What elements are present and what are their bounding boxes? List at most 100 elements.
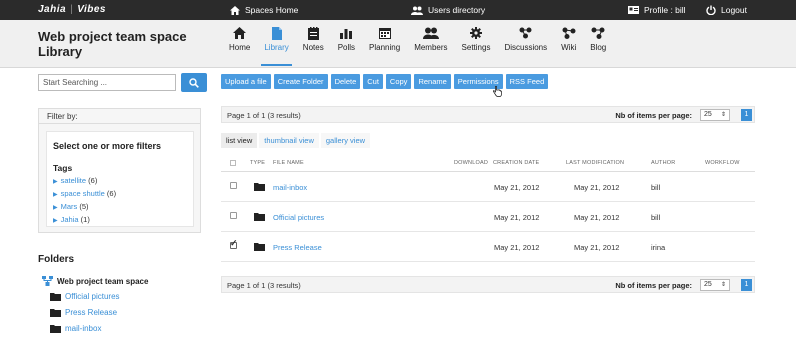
nav-notes-label: Notes <box>302 43 324 52</box>
table-row[interactable]: Official pictures May 21, 2012 May 21, 2… <box>221 202 755 232</box>
column-author[interactable]: AUTHOR <box>651 160 675 166</box>
tab-gallery-view[interactable]: gallery view <box>320 133 371 148</box>
file-name-link[interactable]: mail-inbox <box>273 183 307 192</box>
row-checkbox[interactable] <box>230 182 237 189</box>
tag-name: Mars <box>60 202 78 211</box>
tag-name: satellite <box>60 176 87 185</box>
logout-label: Logout <box>721 5 747 15</box>
search-button[interactable] <box>181 73 207 92</box>
last-modification: May 21, 2012 <box>574 213 620 222</box>
folder-icon <box>254 213 265 221</box>
profile-link[interactable]: Profile : bill <box>628 5 686 15</box>
tab-thumbnail-view[interactable]: thumbnail view <box>259 133 319 148</box>
table-row[interactable]: mail-inbox May 21, 2012 May 21, 2012 bil… <box>221 172 755 202</box>
nav-library[interactable]: Library <box>257 22 295 66</box>
nav-discussions-label: Discussions <box>504 43 548 52</box>
items-per-page-label: Nb of items per page: <box>615 111 692 120</box>
nav-wiki-label: Wiki <box>561 43 577 52</box>
cut-button[interactable]: Cut <box>363 74 383 89</box>
polls-icon <box>340 29 353 39</box>
folder-tree-item[interactable]: mail-inbox <box>50 324 101 333</box>
nav-library-label: Library <box>264 43 289 52</box>
tab-list-view[interactable]: list view <box>221 133 258 148</box>
nav-home[interactable]: Home <box>222 22 257 66</box>
nav-wiki[interactable]: Wiki <box>554 22 583 66</box>
author: irina <box>651 243 666 252</box>
select-arrows-icon: ⇕ <box>720 282 726 288</box>
search-input[interactable]: Start Searching ... <box>38 74 176 91</box>
column-download[interactable]: DOWNLOAD <box>454 160 488 166</box>
rss-feed-button[interactable]: RSS Feed <box>505 74 549 89</box>
tag-item-space-shuttle[interactable]: ▶ space shuttle (6) <box>47 188 193 201</box>
copy-button[interactable]: Copy <box>385 74 412 89</box>
creation-date: May 21, 2012 <box>494 213 540 222</box>
bullet-arrow-icon: ▶ <box>53 205 58 211</box>
nav-planning[interactable]: Planning <box>362 22 407 66</box>
filter-title: Filter by: <box>39 109 200 124</box>
select-all-checkbox[interactable] <box>230 160 236 166</box>
column-last-modification[interactable]: LAST MODIFICATION <box>566 160 624 166</box>
file-name-link[interactable]: Official pictures <box>273 213 324 222</box>
nav-notes[interactable]: Notes <box>296 22 331 66</box>
jahia-vibes-logo[interactable]: Jahia | Vibes <box>38 4 106 15</box>
page-number-button[interactable]: 1 <box>741 279 752 291</box>
nav-blog-label: Blog <box>590 43 607 52</box>
spaces-home-label: Spaces Home <box>245 5 299 15</box>
folder-root-label: Web project team space <box>57 276 149 286</box>
items-per-page-select[interactable]: 25 ⇕ <box>700 109 730 121</box>
folder-icon <box>254 243 265 251</box>
tag-name: Jahia <box>60 215 79 224</box>
nav-blog[interactable]: Blog <box>583 22 613 66</box>
pager-top: Page 1 of 1 (3 results) Nb of items per … <box>221 106 755 123</box>
folder-icon <box>50 309 61 317</box>
blog-icon <box>591 27 605 39</box>
delete-button[interactable]: Delete <box>330 74 361 89</box>
column-file-name[interactable]: FILE NAME <box>273 160 304 166</box>
tag-count: (6) <box>106 189 117 198</box>
tags-heading: Tags <box>53 163 73 173</box>
nav-members[interactable]: Members <box>407 22 454 66</box>
column-type[interactable]: TYPE <box>250 160 265 166</box>
table-row[interactable]: Press Release May 21, 2012 May 21, 2012 … <box>221 232 755 262</box>
folder-tree-item[interactable]: Press Release <box>50 308 117 317</box>
column-creation-date[interactable]: CREATION DATE <box>493 160 539 166</box>
items-per-page-select[interactable]: 25 ⇕ <box>700 279 730 291</box>
logout-link[interactable]: Logout <box>706 5 747 15</box>
folder-tree-icon <box>42 276 53 286</box>
items-per-page-value: 25 <box>704 281 712 288</box>
nav-home-label: Home <box>229 43 251 52</box>
column-workflow[interactable]: WORKFLOW <box>705 160 740 166</box>
folder-tree-root[interactable]: Web project team space <box>42 276 148 286</box>
tag-count: (5) <box>79 202 89 211</box>
wiki-icon <box>562 27 576 39</box>
folder-icon <box>254 183 265 191</box>
tag-item-satellite[interactable]: ▶ satellite (6) <box>47 175 193 188</box>
bullet-arrow-icon: ▶ <box>53 179 58 185</box>
folders-heading: Folders <box>38 254 75 265</box>
row-checkbox[interactable] <box>230 238 238 249</box>
nav-polls[interactable]: Polls <box>331 22 362 66</box>
members-icon <box>422 27 439 39</box>
users-directory-link[interactable]: Users directory <box>411 5 485 15</box>
file-name-link[interactable]: Press Release <box>273 243 322 252</box>
folder-label: mail-inbox <box>65 324 102 333</box>
logo-right: Vibes <box>77 4 106 15</box>
power-icon <box>706 5 716 15</box>
nav-settings[interactable]: Settings <box>455 22 498 66</box>
page-number-button[interactable]: 1 <box>741 109 752 121</box>
nav-discussions[interactable]: Discussions <box>497 22 554 66</box>
rename-button[interactable]: Rename <box>414 74 451 89</box>
items-per-page-value: 25 <box>704 111 712 118</box>
spaces-home-link[interactable]: Spaces Home <box>230 5 298 15</box>
nav-members-label: Members <box>414 43 448 52</box>
create-folder-button[interactable]: Create Folder <box>273 74 328 89</box>
folder-tree-item[interactable]: Official pictures <box>50 292 120 301</box>
tag-item-mars[interactable]: ▶ Mars (5) <box>47 201 193 214</box>
row-checkbox[interactable] <box>230 212 237 219</box>
folder-icon <box>50 325 61 333</box>
select-arrows-icon: ⇕ <box>720 112 726 118</box>
upload-file-button[interactable]: Upload a file <box>221 74 271 89</box>
nav-polls-label: Polls <box>337 43 356 52</box>
search-icon <box>189 77 199 88</box>
tag-item-jahia[interactable]: ▶ Jahia (1) <box>47 214 193 227</box>
